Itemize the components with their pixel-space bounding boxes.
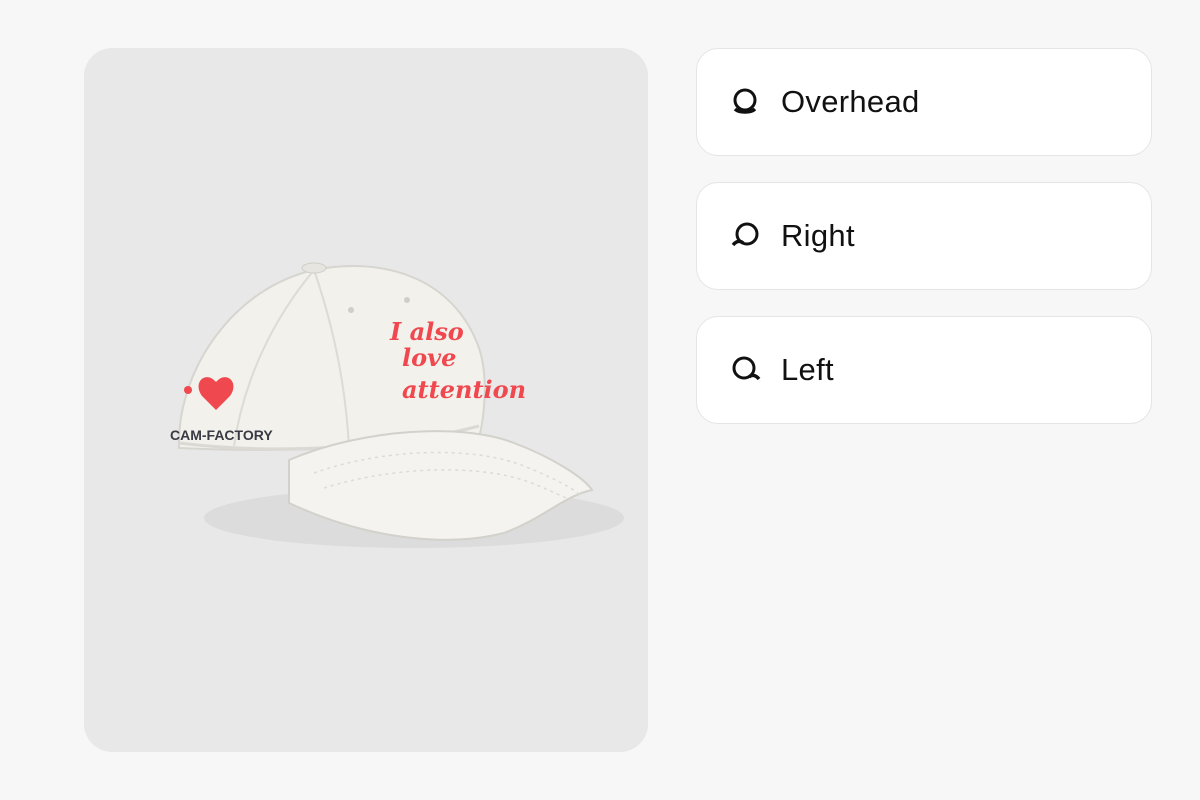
right-view-icon — [731, 221, 761, 251]
view-option-label: Overhead — [781, 84, 920, 119]
heart-dot — [184, 386, 192, 394]
cap-image: CAM-FACTORY I also love attention — [170, 262, 624, 548]
view-option-left[interactable]: Left — [696, 316, 1152, 424]
cap-button — [301, 262, 327, 274]
view-option-right[interactable]: Right — [696, 182, 1152, 290]
view-option-overhead[interactable]: Overhead — [696, 48, 1152, 156]
cap-eyelet — [404, 297, 410, 303]
view-option-label: Right — [781, 218, 855, 253]
view-options-list: Overhead Right Left — [696, 48, 1152, 424]
overhead-view-icon — [731, 87, 761, 117]
cap-eyelet — [348, 307, 354, 313]
slogan-line-2: love — [402, 343, 456, 372]
view-option-label: Left — [781, 352, 834, 387]
heart-dot — [223, 378, 231, 386]
slogan-line-1: I also — [389, 317, 464, 346]
brand-text: CAM-FACTORY — [170, 427, 273, 443]
left-view-icon — [731, 355, 761, 385]
product-preview: CAM-FACTORY I also love attention — [84, 48, 648, 752]
slogan-line-3: attention — [402, 375, 526, 404]
